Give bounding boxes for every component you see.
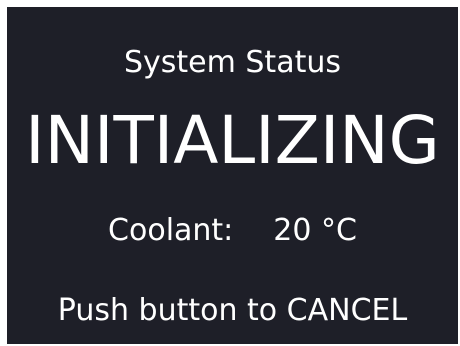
status-display-screen: System Status INITIALIZING Coolant: 20 °C…: [7, 7, 458, 344]
status-text: INITIALIZING: [25, 102, 440, 179]
coolant-label: Coolant:: [108, 213, 234, 248]
screen-title: System Status: [123, 45, 341, 80]
cancel-prompt: Push button to CANCEL: [57, 293, 408, 328]
coolant-readout: Coolant: 20 °C: [7, 213, 458, 249]
coolant-value: 20 °C: [273, 213, 357, 248]
